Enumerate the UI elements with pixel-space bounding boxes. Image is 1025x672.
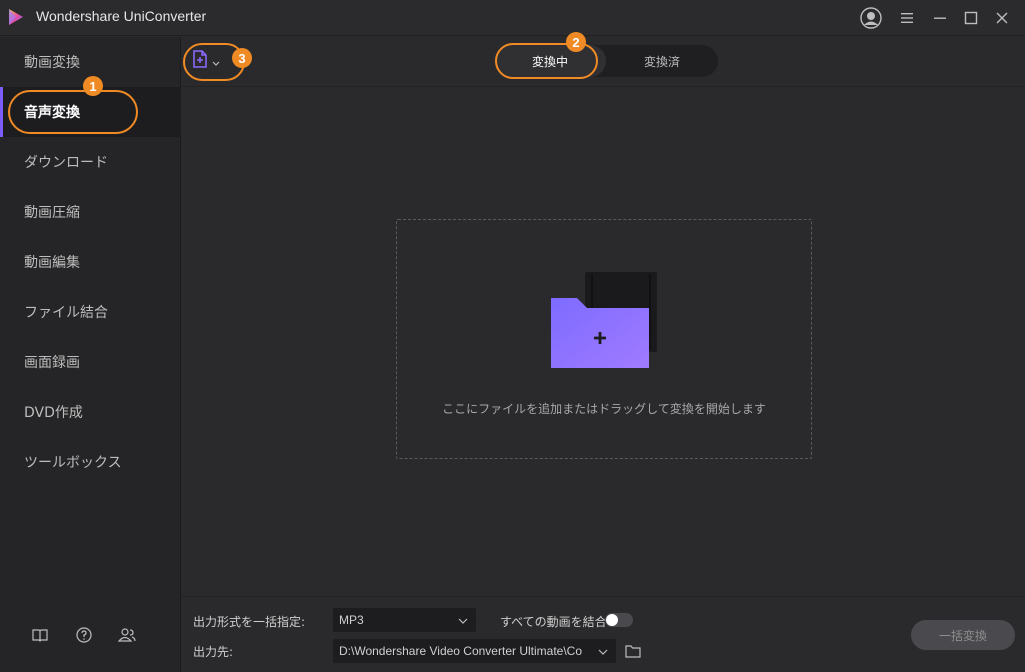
sidebar-item-toolbox[interactable]: ツールボックス <box>0 437 181 487</box>
app-title: Wondershare UniConverter <box>36 8 207 24</box>
sidebar-item-label: 動画変換 <box>24 55 80 71</box>
minimize-icon[interactable] <box>928 6 952 30</box>
output-format-label: 出力形式を一括指定: <box>193 615 306 629</box>
menu-icon[interactable] <box>895 6 919 30</box>
account-icon[interactable] <box>859 6 883 30</box>
sidebar-item-label: 動画圧縮 <box>24 205 80 221</box>
sidebar-item-label: ダウンロード <box>24 155 108 171</box>
folder-icon[interactable] <box>625 643 641 662</box>
sidebar-item-label: 動画編集 <box>24 255 80 271</box>
bottom-bar: 出力形式を一括指定: MP3 すべての動画を結合 出力先: D:\Wonders… <box>182 596 1025 672</box>
sidebar-item-compress[interactable]: 動画圧縮 <box>0 187 181 237</box>
sidebar-item-label: DVD作成 <box>24 405 83 421</box>
sidebar-item-label: ツールボックス <box>24 455 122 471</box>
output-format-select[interactable]: MP3 <box>333 608 476 632</box>
toolbar: 変換中 変換済 <box>182 37 1025 87</box>
merge-label: すべての動画を結合 <box>500 615 607 629</box>
annotation-badge-1: 1 <box>83 76 103 96</box>
add-folder-icon <box>551 272 659 370</box>
uniconverter-logo-icon <box>6 7 26 27</box>
output-format-value: MP3 <box>339 613 364 627</box>
sidebar-item-dvd[interactable]: DVD作成 <box>0 387 181 437</box>
maximize-icon[interactable] <box>959 6 983 30</box>
output-dest-value: D:\Wondershare Video Converter Ultimate\… <box>339 644 582 658</box>
sidebar-item-label: ファイル結合 <box>24 305 108 321</box>
sidebar-item-screen-record[interactable]: 画面録画 <box>0 337 181 387</box>
close-icon[interactable] <box>990 6 1014 30</box>
drop-zone-hint: ここにファイルを追加またはドラッグして変換を開始します <box>442 402 766 416</box>
sidebar-item-edit[interactable]: 動画編集 <box>0 237 181 287</box>
help-icon[interactable] <box>75 626 93 644</box>
merge-toggle[interactable] <box>605 613 633 627</box>
users-icon[interactable] <box>118 626 136 644</box>
book-icon[interactable] <box>31 626 49 644</box>
output-dest-label: 出力先: <box>193 645 234 659</box>
annotation-badge-3: 3 <box>232 48 252 68</box>
sidebar-item-label: 画面録画 <box>24 355 80 371</box>
toggle-knob <box>606 614 618 626</box>
convert-all-label: 一括変換 <box>938 628 987 643</box>
sidebar-item-download[interactable]: ダウンロード <box>0 137 181 187</box>
annotation-ring-1 <box>8 90 138 134</box>
title-bar: Wondershare UniConverter <box>0 0 1025 36</box>
sidebar-item-merge[interactable]: ファイル結合 <box>0 287 181 337</box>
convert-all-button[interactable]: 一括変換 <box>911 620 1015 650</box>
chevron-down-icon <box>458 614 468 628</box>
tab-label: 変換済 <box>643 54 680 69</box>
chevron-down-icon <box>598 645 608 659</box>
tab-converted[interactable]: 変換済 <box>606 45 718 77</box>
file-drop-zone[interactable]: ここにファイルを追加またはドラッグして変換を開始します <box>396 219 812 459</box>
annotation-badge-2: 2 <box>566 32 586 52</box>
output-dest-select[interactable]: D:\Wondershare Video Converter Ultimate\… <box>333 639 616 663</box>
